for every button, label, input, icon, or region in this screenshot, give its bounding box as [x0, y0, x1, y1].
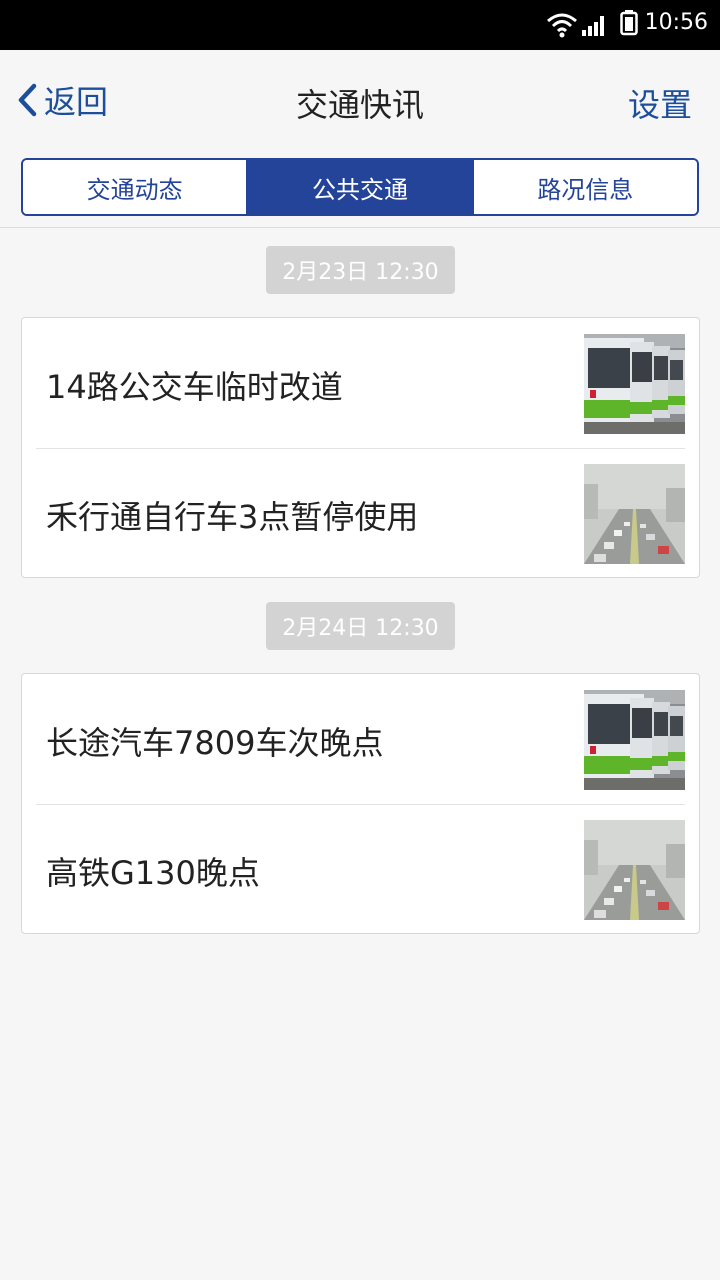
tab-traffic-news[interactable]: 交通动态 [23, 160, 247, 214]
tab-road-conditions[interactable]: 路况信息 [471, 160, 697, 214]
segmented-tabs: 交通动态 公共交通 路况信息 [21, 158, 699, 216]
item-title: 14路公交车临时改道 [46, 368, 343, 406]
news-card: 14路公交车临时改道 禾行通自行车3点暂停使用 [21, 317, 700, 578]
list-item[interactable]: 长途汽车7809车次晚点 [22, 674, 699, 805]
list-item[interactable]: 高铁G130晚点 [22, 804, 699, 934]
status-bar: 10:56 [0, 0, 720, 50]
foggy-road-photo-thumbnail [584, 820, 685, 920]
item-title: 长途汽车7809车次晚点 [46, 724, 384, 762]
date-badge: 2月23日 12:30 [266, 246, 455, 294]
settings-button[interactable]: 设置 [628, 80, 692, 126]
wifi-icon [547, 13, 577, 38]
news-card: 长途汽车7809车次晚点 高铁G130晚点 [21, 673, 700, 934]
list-item[interactable]: 14路公交车临时改道 [22, 318, 699, 449]
item-title: 禾行通自行车3点暂停使用 [46, 498, 419, 536]
battery-icon [620, 10, 638, 36]
bus-photo-thumbnail [584, 334, 685, 434]
signal-icon [582, 16, 604, 36]
list-item[interactable]: 禾行通自行车3点暂停使用 [22, 448, 699, 578]
item-title: 高铁G130晚点 [46, 854, 260, 892]
tab-public-transport[interactable]: 公共交通 [246, 160, 472, 214]
divider [0, 227, 720, 228]
clock: 10:56 [644, 10, 708, 35]
bus-photo-thumbnail [584, 690, 685, 790]
nav-bar: 返回 交通快讯 设置 [0, 50, 720, 150]
foggy-road-photo-thumbnail [584, 464, 685, 564]
date-badge: 2月24日 12:30 [266, 602, 455, 650]
page-title: 交通快讯 [295, 86, 424, 124]
